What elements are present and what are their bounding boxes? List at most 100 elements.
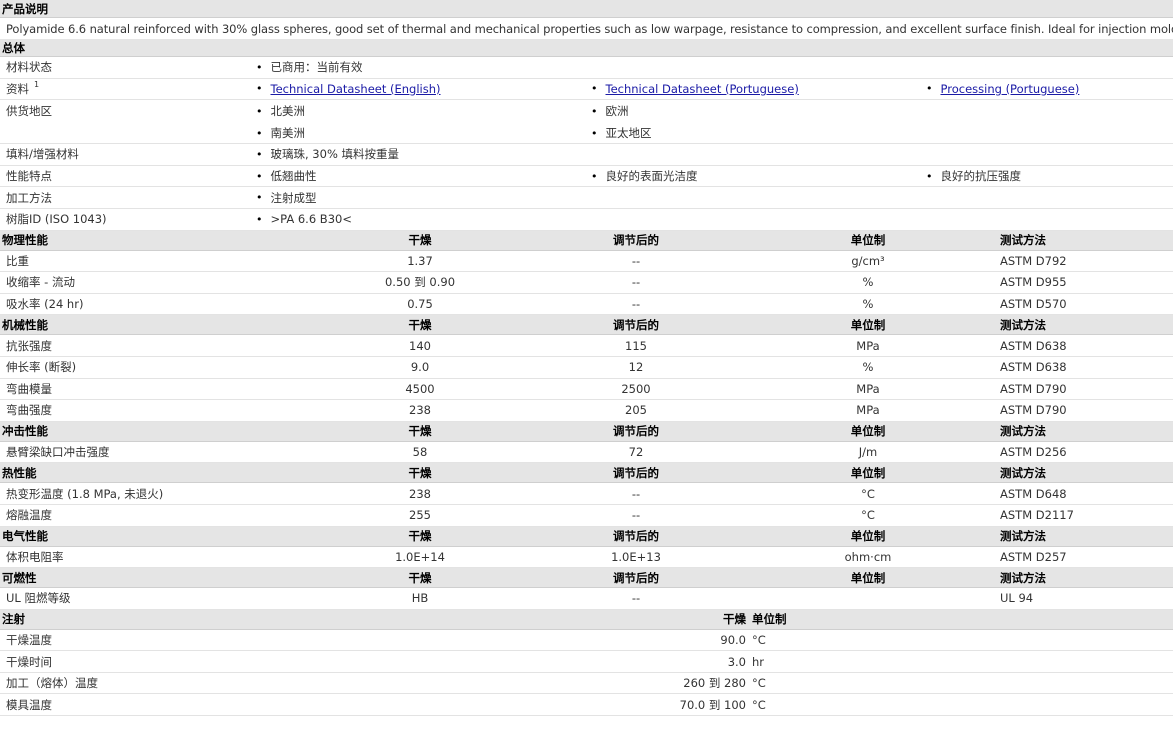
injection-param-name: 模具温度 [6,697,52,712]
injection-param-value: 70.0 到 100 [679,697,746,712]
property-unit: MPa [856,403,880,418]
section-header: 热性能 干燥 调节后的 单位制 测试方法 [0,463,1173,484]
property-unit: MPa [856,381,880,396]
general-title: 总体 [2,40,25,55]
property-dry-value: 0.50 到 0.90 [384,275,456,290]
property-unit: % [862,275,874,290]
property-conditioned-value: -- [631,591,641,606]
property-conditioned-value: -- [631,508,641,523]
column-header-unit: 单位制 [850,233,886,248]
property-unit: % [862,360,874,375]
property-test-method: ASTM D955 [1000,275,1067,290]
property-test-method: ASTM D648 [1000,486,1067,501]
injection-row: 模具温度 70.0 到 100 °C [0,694,1173,717]
column-header-unit: 单位制 [850,570,886,585]
column-header-unit: 单位制 [850,465,886,480]
injection-header-unit: 单位制 [752,612,787,627]
property-row: 比重 1.37 -- g/cm³ ASTM D792 [0,251,1173,273]
property-row: 弯曲模量 4500 2500 MPa ASTM D790 [0,379,1173,401]
general-row-label: 填料/增强材料 [6,147,79,162]
column-header-dry: 干燥 [408,233,432,248]
section-header: 冲击性能 干燥 调节后的 单位制 测试方法 [0,421,1173,442]
property-name: 弯曲模量 [6,381,52,396]
column-header-conditioned: 调节后的 [613,465,659,480]
general-table: 材料状态 已商用：当前有效资料 1 Technical Datasheet (Engl… [0,57,1173,231]
datasheet: 产品说明 Polyamide 6.6 natural reinforced wi… [0,0,1173,717]
injection-param-value: 90.0 [720,632,746,647]
injection-param-value: 3.0 [727,654,746,669]
column-header-dry: 干燥 [408,465,432,480]
general-row: 供货地区 北美洲 欧洲南美洲 亚太地区 [0,100,1173,145]
property-row: 悬臂梁缺口冲击强度 58 72 J/m ASTM D256 [0,442,1173,464]
property-name: 比重 [6,253,29,268]
general-row-value: 亚太地区 [591,122,652,144]
property-test-method: ASTM D790 [1000,403,1067,418]
column-header-dry: 干燥 [408,424,432,439]
property-row: 热变形温度 (1.8 MPa, 未退火) 238 -- °C ASTM D648 [0,483,1173,505]
general-row: 材料状态 已商用：当前有效 [0,57,1173,79]
property-name: 抗张强度 [6,338,52,353]
section-header: 物理性能 干燥 调节后的 单位制 测试方法 [0,230,1173,251]
property-dry-value: 140 [409,338,431,353]
injection-param-unit: °C [752,697,766,712]
injection-param-name: 干燥温度 [6,632,52,647]
column-header-method: 测试方法 [1000,465,1046,480]
section-title: 物理性能 [2,233,48,248]
property-unit: MPa [856,338,880,353]
column-header-conditioned: 调节后的 [613,570,659,585]
general-row: 性能特点 低翘曲性 良好的表面光洁度 良好的抗压强度 [0,166,1173,188]
property-row: 体积电阻率 1.0E+14 1.0E+13 ohm·cm ASTM D257 [0,547,1173,569]
column-header-conditioned: 调节后的 [613,529,659,543]
column-header-conditioned: 调节后的 [613,424,659,439]
property-unit: J/m [858,445,878,460]
datasheet-link[interactable]: Technical Datasheet (Portuguese) [606,82,799,96]
column-header-method: 测试方法 [1000,529,1046,543]
property-test-method: ASTM D638 [1000,338,1067,353]
injection-section: 注射 干燥 单位制 干燥温度 90.0 °C 干燥时间 3.0 hr 加工（熔体）温度 260 到 … [0,609,1173,717]
property-test-method: ASTM D638 [1000,360,1067,375]
description-title: 产品说明 [2,1,48,16]
datasheet-link[interactable]: Processing (Portuguese) [941,82,1080,96]
property-conditioned-value: 115 [625,338,647,353]
datasheet-link[interactable]: Technical Datasheet (English) [271,82,441,96]
column-header-unit: 单位制 [850,317,886,332]
property-dry-value: 238 [409,486,431,501]
property-conditioned-value: 72 [628,445,644,460]
column-header-dry: 干燥 [408,570,432,585]
property-name: UL 阻燃等级 [6,591,71,606]
property-row: 吸水率 (24 hr) 0.75 --% ASTM D570 [0,294,1173,316]
column-header-conditioned: 调节后的 [613,317,659,332]
general-row-label: 供货地区 [6,104,52,119]
property-conditioned-value: -- [631,297,641,312]
property-row: 收缩率 - 流动 0.50 到 0.90 --% ASTM D955 [0,272,1173,294]
property-row: 熔融温度 255 -- °C ASTM D2117 [0,505,1173,527]
column-header-unit: 单位制 [850,424,886,439]
property-test-method: ASTM D570 [1000,297,1067,312]
property-name: 伸长率 (断裂) [6,360,77,375]
general-header: 总体 [0,39,1173,57]
property-name: 收缩率 - 流动 [6,275,75,290]
column-header-conditioned: 调节后的 [613,233,659,248]
property-unit: ohm·cm [844,549,892,564]
property-name: 弯曲强度 [6,403,52,418]
property-name: 吸水率 (24 hr) [6,297,84,312]
property-conditioned-value: 12 [628,360,644,375]
column-header-method: 测试方法 [1000,233,1046,248]
general-row: 资料 1 Technical Datasheet (English) Technica… [0,79,1173,101]
column-header-unit: 单位制 [850,529,886,543]
general-row: 树脂ID (ISO 1043) >PA 6.6 B30< [0,209,1173,231]
injection-title: 注射 [2,612,25,627]
injection-param-name: 干燥时间 [6,654,52,669]
general-row-value: 玻璃珠, 30% 填料按重量 [256,144,400,165]
property-conditioned-value: -- [631,275,641,290]
injection-row: 加工（熔体）温度 260 到 280 °C [0,673,1173,695]
property-row: 弯曲强度 238 205 MPa ASTM D790 [0,400,1173,422]
general-row-value: 欧洲 [591,100,629,122]
property-dry-value: 4500 [405,381,435,396]
section-title: 可燃性 [2,570,37,585]
property-dry-value: 9.0 [410,360,430,375]
description-text: Polyamide 6.6 natural reinforced with 30… [6,21,1173,36]
property-row: UL 阻燃等级 HB -- UL 94 [0,588,1173,610]
property-test-method: ASTM D256 [1000,445,1067,460]
property-unit: g/cm³ [851,253,885,268]
